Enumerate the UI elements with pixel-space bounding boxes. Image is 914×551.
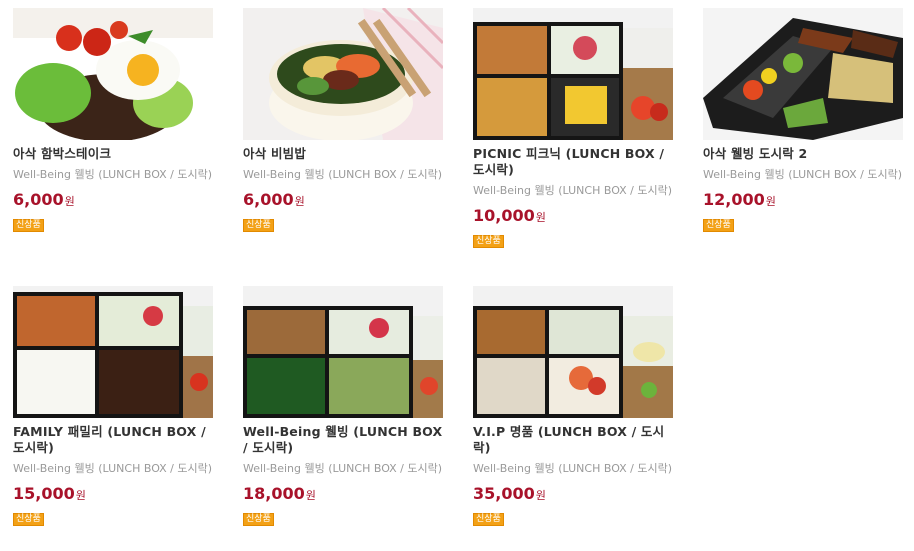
price-unit: 원 <box>535 489 546 502</box>
product-description: Well-Being 웰빙 (LUNCH BOX / 도시락) <box>13 462 213 475</box>
product-image-vip-box[interactable] <box>473 286 673 418</box>
product-grid: 아삭 함박스테이크 Well-Being 웰빙 (LUNCH BOX / 도시락… <box>0 0 914 551</box>
product-name[interactable]: Well-Being 웰빙 (LUNCH BOX / 도시락) <box>243 424 443 456</box>
price-unit: 원 <box>765 195 776 208</box>
product-image-hamburg-steak[interactable] <box>13 8 213 140</box>
price-value: 15,000 <box>13 484 75 503</box>
product-description: Well-Being 웰빙 (LUNCH BOX / 도시락) <box>473 462 673 475</box>
price-unit: 원 <box>305 489 316 502</box>
product-price: 15,000원 <box>13 484 213 506</box>
product-description: Well-Being 웰빙 (LUNCH BOX / 도시락) <box>243 462 443 475</box>
product-card: 아삭 웰빙 도시락 2 Well-Being 웰빙 (LUNCH BOX / 도… <box>703 8 903 232</box>
price-value: 35,000 <box>473 484 535 503</box>
new-product-badge: 신상품 <box>243 219 274 232</box>
price-value: 6,000 <box>243 190 294 209</box>
product-image-wellbeing-box[interactable] <box>703 8 903 140</box>
product-description: Well-Being 웰빙 (LUNCH BOX / 도시락) <box>473 184 673 197</box>
product-card: 아삭 비빔밥 Well-Being 웰빙 (LUNCH BOX / 도시락) 6… <box>243 8 443 232</box>
product-card: V.I.P 명품 (LUNCH BOX / 도시락) Well-Being 웰빙… <box>473 286 673 526</box>
price-value: 6,000 <box>13 190 64 209</box>
product-name[interactable]: 아삭 비빔밥 <box>243 146 443 162</box>
product-image-picnic-box[interactable] <box>473 8 673 140</box>
price-value: 10,000 <box>473 206 535 225</box>
product-name[interactable]: PICNIC 피크닉 (LUNCH BOX / 도시락) <box>473 146 673 178</box>
price-value: 12,000 <box>703 190 765 209</box>
new-product-badge: 신상품 <box>13 513 44 526</box>
product-card: Well-Being 웰빙 (LUNCH BOX / 도시락) Well-Bei… <box>243 286 443 526</box>
product-card: FAMILY 패밀리 (LUNCH BOX / 도시락) Well-Being … <box>13 286 213 526</box>
product-description: Well-Being 웰빙 (LUNCH BOX / 도시락) <box>243 168 443 181</box>
product-price: 10,000원 <box>473 206 673 228</box>
new-product-badge: 신상품 <box>473 235 504 248</box>
price-unit: 원 <box>75 489 86 502</box>
new-product-badge: 신상품 <box>473 513 504 526</box>
price-value: 18,000 <box>243 484 305 503</box>
new-product-badge: 신상품 <box>13 219 44 232</box>
product-image-family-box[interactable] <box>13 286 213 418</box>
product-name[interactable]: V.I.P 명품 (LUNCH BOX / 도시락) <box>473 424 673 456</box>
new-product-badge: 신상품 <box>243 513 274 526</box>
product-price: 6,000원 <box>13 190 213 212</box>
price-unit: 원 <box>535 211 546 224</box>
product-name[interactable]: FAMILY 패밀리 (LUNCH BOX / 도시락) <box>13 424 213 456</box>
product-name[interactable]: 아삭 웰빙 도시락 2 <box>703 146 903 162</box>
price-unit: 원 <box>294 195 305 208</box>
product-name[interactable]: 아삭 함박스테이크 <box>13 146 213 162</box>
product-description: Well-Being 웰빙 (LUNCH BOX / 도시락) <box>13 168 213 181</box>
new-product-badge: 신상품 <box>703 219 734 232</box>
product-price: 35,000원 <box>473 484 673 506</box>
product-price: 18,000원 <box>243 484 443 506</box>
product-card: PICNIC 피크닉 (LUNCH BOX / 도시락) Well-Being … <box>473 8 673 248</box>
product-price: 12,000원 <box>703 190 903 212</box>
product-image-bibimbap[interactable] <box>243 8 443 140</box>
product-card: 아삭 함박스테이크 Well-Being 웰빙 (LUNCH BOX / 도시락… <box>13 8 213 232</box>
product-image-wellbeing-lunchbox[interactable] <box>243 286 443 418</box>
price-unit: 원 <box>64 195 75 208</box>
product-price: 6,000원 <box>243 190 443 212</box>
product-description: Well-Being 웰빙 (LUNCH BOX / 도시락) <box>703 168 903 181</box>
